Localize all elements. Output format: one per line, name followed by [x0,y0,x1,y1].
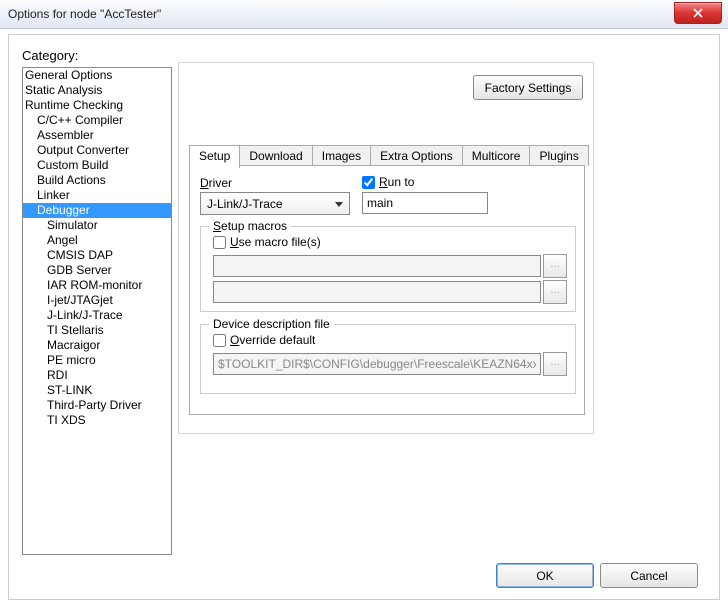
ddf-browse[interactable]: ... [543,352,567,376]
setup-macros-legend: Setup macros [209,219,291,233]
tab-multicore[interactable]: Multicore [462,145,531,166]
ddf-legend: Device description file [209,317,334,331]
cancel-button[interactable]: Cancel [600,563,698,588]
category-item[interactable]: TI XDS [23,413,171,428]
category-item[interactable]: Runtime Checking [23,98,171,113]
category-item[interactable]: Assembler [23,128,171,143]
tab-plugins[interactable]: Plugins [529,145,588,166]
category-item[interactable]: I-jet/JTAGjet [23,293,171,308]
category-item[interactable]: C/C++ Compiler [23,113,171,128]
run-to-checkbox-input[interactable] [362,176,375,189]
category-item[interactable]: ST-LINK [23,383,171,398]
category-item[interactable]: General Options [23,68,171,83]
tab-body-setup: Driver J-Link/J-Trace Run to Setup macro… [189,165,585,415]
category-item[interactable]: Static Analysis [23,83,171,98]
macro-file1-input [213,255,541,277]
close-icon [693,8,703,18]
run-to-input[interactable] [362,192,488,214]
category-item[interactable]: Third-Party Driver [23,398,171,413]
run-to-checkbox[interactable]: Run to [362,175,414,189]
category-item[interactable]: J-Link/J-Trace [23,308,171,323]
ddf-input [213,353,541,375]
tab-download[interactable]: Download [239,145,312,166]
tab-strip: SetupDownloadImagesExtra OptionsMulticor… [189,145,588,166]
override-default-checkbox[interactable]: Override default [213,333,315,347]
macro-file2-browse[interactable]: ... [543,280,567,304]
driver-label: Driver [200,176,232,190]
category-item[interactable]: Custom Build [23,158,171,173]
titlebar: Options for node "AccTester" [0,0,728,29]
driver-combo-value: J-Link/J-Trace [207,197,283,211]
category-item[interactable]: GDB Server [23,263,171,278]
tab-setup[interactable]: Setup [189,145,240,168]
ddf-group: Device description file Override default… [200,324,576,394]
use-macro-label: Use macro file(s) [230,235,321,249]
category-list[interactable]: General OptionsStatic AnalysisRuntime Ch… [22,67,172,555]
category-item[interactable]: RDI [23,368,171,383]
factory-settings-label: Factory Settings [485,81,572,95]
cancel-button-label: Cancel [630,569,667,583]
category-item[interactable]: TI Stellaris [23,323,171,338]
settings-panel: Factory Settings SetupDownloadImagesExtr… [178,62,594,434]
category-item[interactable]: IAR ROM-monitor [23,278,171,293]
macro-file2-input [213,281,541,303]
override-default-checkbox-input[interactable] [213,334,226,347]
category-item[interactable]: Macraigor [23,338,171,353]
category-item[interactable]: Output Converter [23,143,171,158]
category-label: Category: [22,48,78,63]
use-macro-checkbox-input[interactable] [213,236,226,249]
use-macro-checkbox[interactable]: Use macro file(s) [213,235,321,249]
category-item[interactable]: Build Actions [23,173,171,188]
category-item[interactable]: Simulator [23,218,171,233]
factory-settings-button[interactable]: Factory Settings [473,75,583,100]
ok-button-label: OK [536,569,553,583]
category-item[interactable]: Debugger [23,203,171,218]
driver-combo[interactable]: J-Link/J-Trace [200,192,350,215]
tab-extra-options[interactable]: Extra Options [370,145,463,166]
close-button[interactable] [674,2,722,24]
window-title: Options for node "AccTester" [0,7,161,21]
category-item[interactable]: PE micro [23,353,171,368]
run-to-label: Run to [379,175,414,189]
tab-images[interactable]: Images [312,145,371,166]
category-item[interactable]: Angel [23,233,171,248]
category-item[interactable]: CMSIS DAP [23,248,171,263]
category-item[interactable]: Linker [23,188,171,203]
override-default-label: Override default [230,333,315,347]
ok-button[interactable]: OK [496,563,594,588]
macro-file1-browse[interactable]: ... [543,254,567,278]
setup-macros-group: Setup macros Use macro file(s) ... ... [200,226,576,312]
